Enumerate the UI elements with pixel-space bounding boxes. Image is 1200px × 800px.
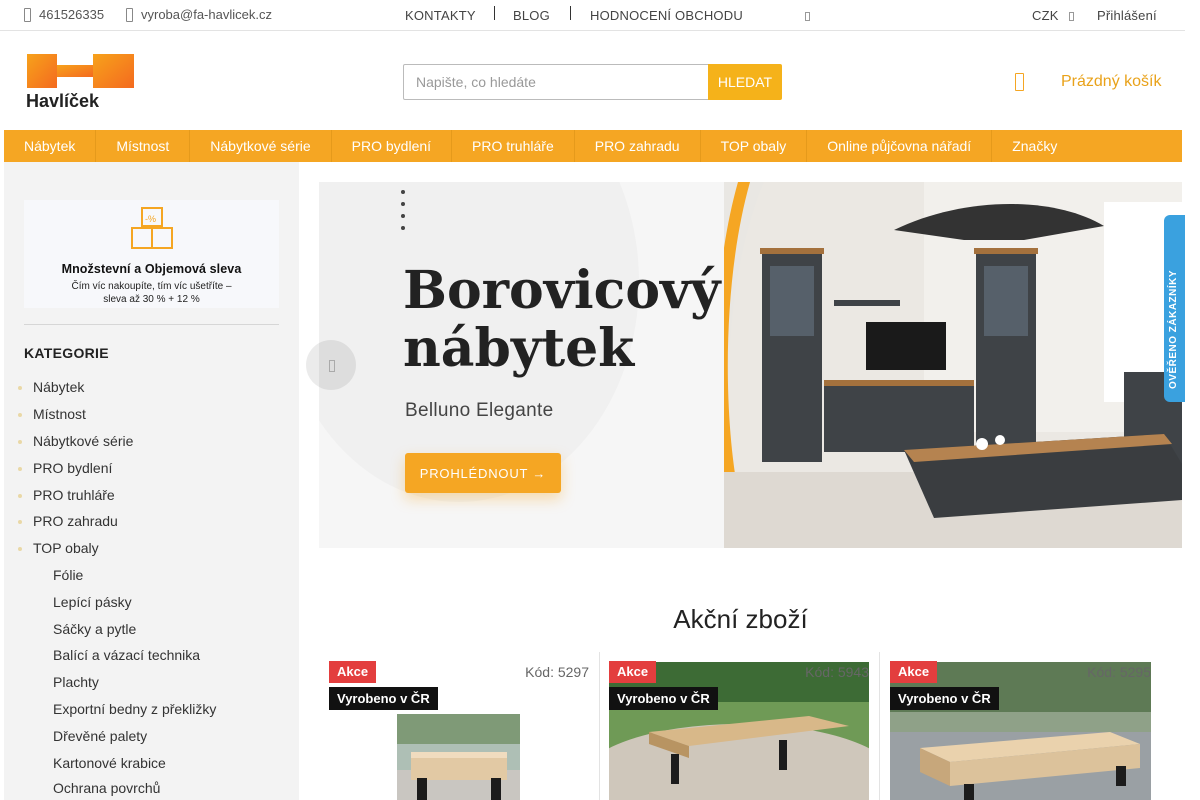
bullet-icon bbox=[18, 547, 22, 551]
hero-title-line-1: Borovicový bbox=[403, 260, 721, 321]
top-link-blog[interactable]: BLOG bbox=[513, 8, 550, 23]
hero-banner[interactable]: Borovicový nábytek Belluno Elegante PROH… bbox=[319, 182, 1182, 548]
promo-line-1: Čím víc nakoupíte, tím víc ušetříte – bbox=[71, 281, 232, 292]
category-nabytek[interactable]: Nábytek bbox=[33, 379, 84, 395]
top-link-kontakty[interactable]: KONTAKTY bbox=[405, 8, 476, 23]
main-navigation: Nábytek Místnost Nábytkové série PRO byd… bbox=[4, 130, 1182, 162]
sidebar-divider bbox=[24, 324, 279, 325]
email-address: vyroba@fa-havlicek.cz bbox=[141, 7, 272, 22]
top-divider bbox=[570, 6, 571, 20]
category-pro-bydleni[interactable]: PRO bydlení bbox=[33, 460, 112, 476]
subcategory-folie[interactable]: Fólie bbox=[53, 567, 83, 583]
subcategory-sacky-pytle[interactable]: Sáčky a pytle bbox=[53, 621, 136, 637]
currency-dropdown-icon[interactable] bbox=[1069, 12, 1074, 21]
bullet-icon bbox=[18, 413, 22, 417]
product-card[interactable]: Akce Vyrobeno v ČR Kód: 5295 bbox=[880, 652, 1161, 800]
currency-selector[interactable]: CZK bbox=[1032, 8, 1059, 23]
hero-cta-button[interactable]: PROHLÉDNOUT → bbox=[405, 453, 561, 493]
subcategory-balici-technika[interactable]: Balící a vázací technika bbox=[53, 647, 200, 663]
social-icon[interactable] bbox=[805, 12, 810, 21]
product-card[interactable]: Akce Vyrobeno v ČR Kód: 5943 bbox=[599, 652, 880, 800]
email-contact[interactable]: vyroba@fa-havlicek.cz bbox=[126, 7, 272, 22]
nav-item-pujcovna[interactable]: Online půjčovna nářadí bbox=[807, 130, 993, 162]
category-mistnost[interactable]: Místnost bbox=[33, 406, 86, 422]
hero-subtitle: Belluno Elegante bbox=[405, 400, 554, 421]
nav-item-nabytkove-serie[interactable]: Nábytkové série bbox=[190, 130, 332, 162]
sale-section-title: Akční zboží bbox=[673, 604, 808, 634]
subcategory-drevene-palety[interactable]: Dřevěné palety bbox=[53, 728, 147, 744]
nav-item-pro-truhlare[interactable]: PRO truhláře bbox=[452, 130, 575, 162]
product-code: Kód: 5943 bbox=[805, 664, 869, 680]
category-nabytkove-serie[interactable]: Nábytkové série bbox=[33, 433, 133, 449]
hero-furniture-image bbox=[724, 182, 1182, 548]
subcategory-plachty[interactable]: Plachty bbox=[53, 674, 99, 690]
product-card[interactable]: Akce Vyrobeno v ČR Kód: 5297 bbox=[319, 652, 600, 800]
nav-item-mistnost[interactable]: Místnost bbox=[96, 130, 191, 162]
categories-heading: KATEGORIE bbox=[24, 345, 109, 361]
logo-graphic: Havlíček bbox=[26, 54, 134, 111]
phone-number: 461526335 bbox=[39, 7, 105, 22]
login-link[interactable]: Přihlášení bbox=[1097, 8, 1157, 23]
bullet-icon bbox=[18, 467, 22, 471]
cart-label[interactable]: Prázdný košík bbox=[1061, 73, 1161, 91]
made-in-cz-badge: Vyrobeno v ČR bbox=[329, 687, 438, 710]
bullet-icon bbox=[18, 386, 22, 390]
sale-badge: Akce bbox=[329, 661, 377, 683]
top-divider bbox=[494, 6, 495, 20]
product-code: Kód: 5295 bbox=[1087, 664, 1151, 680]
hero-title-line-2: nábytek bbox=[403, 318, 635, 379]
top-link-hodnoceni[interactable]: HODNOCENÍ OBCHODU bbox=[590, 8, 743, 23]
hero-title: Borovicový nábytek bbox=[403, 262, 720, 378]
top-bar: 461526335 vyroba@fa-havlicek.cz KONTAKTY… bbox=[0, 0, 1185, 31]
search-button[interactable]: HLEDAT bbox=[708, 64, 782, 100]
search-input[interactable] bbox=[403, 64, 709, 100]
svg-text:-%: -% bbox=[145, 214, 156, 224]
promo-line-2: sleva až 30 % + 12 % bbox=[103, 294, 200, 305]
nav-item-znacky[interactable]: Značky bbox=[992, 130, 1077, 162]
phone-contact[interactable]: 461526335 bbox=[24, 7, 104, 22]
category-pro-truhlare[interactable]: PRO truhláře bbox=[33, 487, 115, 503]
category-top-obaly[interactable]: TOP obaly bbox=[33, 540, 99, 556]
decorative-dots bbox=[401, 190, 405, 238]
category-pro-zahradu[interactable]: PRO zahradu bbox=[33, 513, 118, 529]
hero-prev-arrow-icon[interactable] bbox=[306, 340, 356, 390]
living-room-image bbox=[724, 182, 1182, 548]
made-in-cz-badge: Vyrobeno v ČR bbox=[609, 687, 718, 710]
subcategory-ochrana-povrchu[interactable]: Ochrana povrchů bbox=[53, 780, 160, 796]
subcategory-exportni-bedny[interactable]: Exportní bedny z překližky bbox=[53, 701, 216, 717]
verified-badge-text: OVĚŘENO ZÁKAZNÍKY bbox=[1168, 269, 1179, 389]
verified-customers-badge[interactable]: OVĚŘENO ZÁKAZNÍKY bbox=[1164, 215, 1185, 402]
subcategory-kartonove-krabice[interactable]: Kartonové krabice bbox=[53, 755, 166, 771]
discount-promo-banner[interactable]: -% Množstevní a Objemová sleva Čím víc n… bbox=[24, 200, 279, 308]
bullet-icon bbox=[18, 494, 22, 498]
promo-subtitle: Čím víc nakoupíte, tím víc ušetříte – sl… bbox=[24, 280, 279, 306]
nav-item-pro-bydleni[interactable]: PRO bydlení bbox=[332, 130, 453, 162]
site-logo[interactable]: Havlíček bbox=[24, 52, 136, 111]
promo-title: Množstevní a Objemová sleva bbox=[61, 262, 242, 276]
product-image bbox=[397, 714, 520, 800]
sale-badge: Akce bbox=[890, 661, 938, 683]
logo-text: Havlíček bbox=[26, 91, 100, 110]
nav-item-top-obaly[interactable]: TOP obaly bbox=[701, 130, 808, 162]
cart-icon[interactable] bbox=[1015, 73, 1024, 91]
sidebar: -% Množstevní a Objemová sleva Čím víc n… bbox=[4, 162, 299, 800]
product-code: Kód: 5297 bbox=[525, 664, 589, 680]
bullet-icon bbox=[18, 440, 22, 444]
email-icon bbox=[126, 7, 133, 22]
sale-badge: Akce bbox=[609, 661, 657, 683]
subcategory-lepici-pasky[interactable]: Lepící pásky bbox=[53, 594, 132, 610]
phone-icon bbox=[24, 7, 31, 22]
nav-item-pro-zahradu[interactable]: PRO zahradu bbox=[575, 130, 701, 162]
boxes-icon: -% bbox=[131, 207, 173, 249]
bullet-icon bbox=[18, 520, 22, 524]
nav-item-nabytek[interactable]: Nábytek bbox=[4, 130, 97, 162]
made-in-cz-badge: Vyrobeno v ČR bbox=[890, 687, 999, 710]
